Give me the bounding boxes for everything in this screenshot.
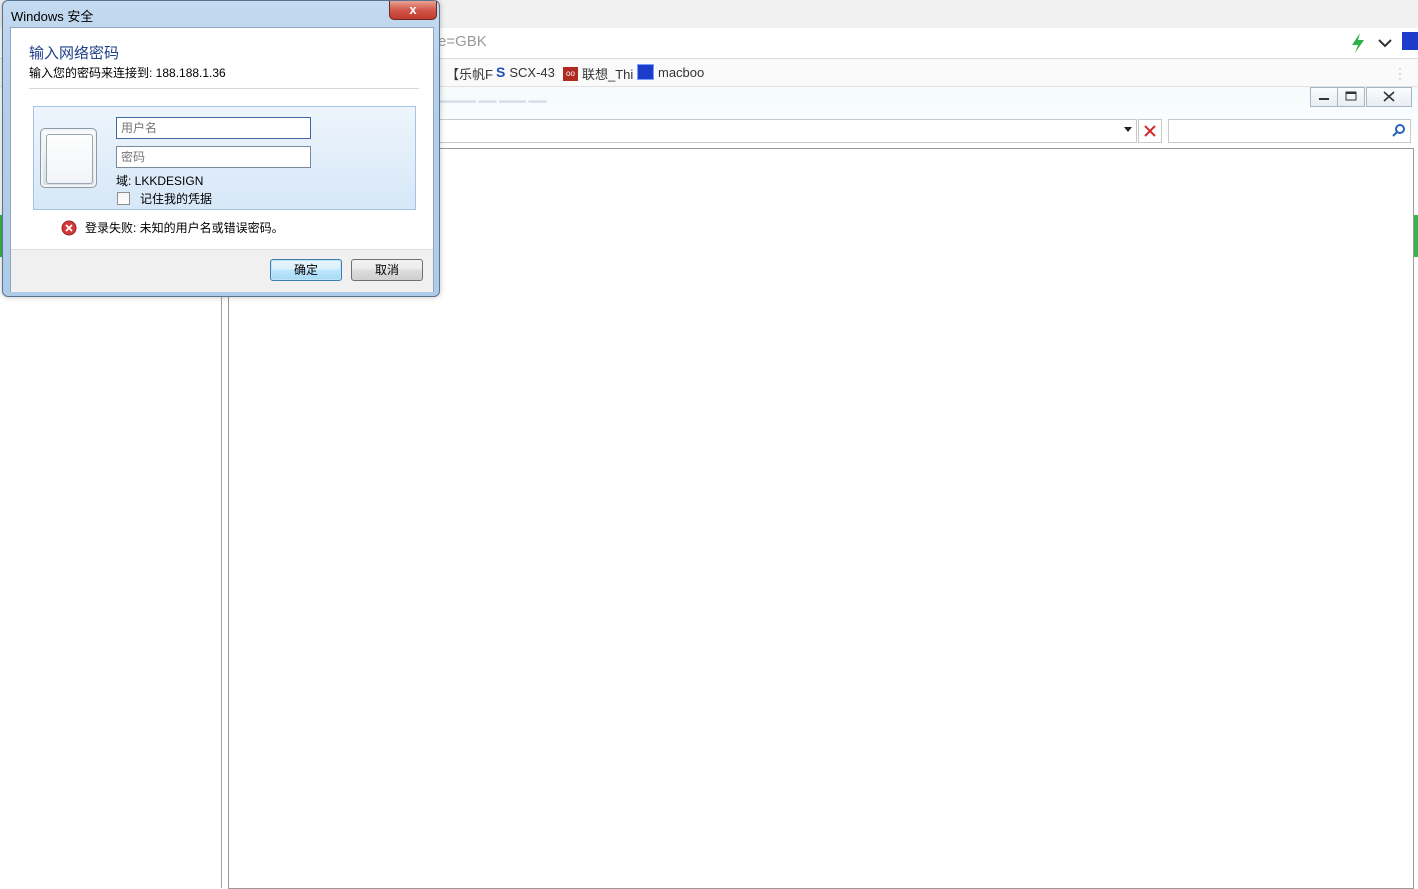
- search-icon[interactable]: [1392, 123, 1406, 137]
- remember-credentials[interactable]: 记住我的凭据: [116, 190, 212, 207]
- domain-label: 域: LKKDESIGN: [116, 174, 204, 188]
- password-field[interactable]: [116, 146, 311, 168]
- bookmark-item[interactable]: oo 联想_Thi: [563, 64, 633, 83]
- minimize-button[interactable]: [1310, 87, 1338, 107]
- username-field[interactable]: [116, 117, 311, 139]
- error-icon: [61, 220, 77, 235]
- dialog-separator: [29, 88, 419, 89]
- error-message: 登录失败: 未知的用户名或错误密码。: [61, 219, 284, 236]
- dialog-title: Windows 安全: [11, 9, 94, 24]
- close-window-button[interactable]: [1366, 87, 1412, 107]
- clear-button[interactable]: [1138, 119, 1162, 143]
- credential-tile: 域: LKKDESIGN 记住我的凭据: [33, 106, 416, 210]
- error-text: 登录失败: 未知的用户名或错误密码。: [85, 221, 284, 235]
- blurred-tab: ▬▬▬▬ ▬▬ ▬▬▬ ▬▬: [440, 95, 547, 105]
- dialog-footer: 确定 取消: [11, 249, 433, 292]
- s-logo-icon: S: [496, 64, 506, 80]
- bookmark-label: SCX-43: [509, 64, 555, 80]
- user-tile-icon: [40, 128, 97, 188]
- bookmark-label: 【乐帆F: [446, 67, 493, 82]
- baidu-paw-icon[interactable]: [1402, 32, 1418, 50]
- cancel-button[interactable]: 取消: [351, 259, 423, 281]
- close-icon: [1144, 125, 1156, 137]
- more-vertical-icon[interactable]: · · ·: [1398, 62, 1404, 84]
- lenovo-icon: oo: [563, 66, 578, 81]
- chevron-down-icon[interactable]: [1376, 34, 1394, 52]
- bookmark-item[interactable]: macboo: [637, 64, 704, 80]
- remember-checkbox[interactable]: [117, 192, 130, 205]
- inner-url-combo[interactable]: [436, 119, 1137, 143]
- bookmark-item[interactable]: S SCX-43: [496, 64, 555, 80]
- dialog-subtitle: 输入您的密码来连接到: 188.188.1.36: [29, 66, 226, 80]
- bookmark-label: 联想_Thi: [582, 67, 634, 82]
- address-text[interactable]: e=GBK: [438, 33, 487, 50]
- restore-button[interactable]: [1337, 87, 1365, 107]
- paw-icon: [637, 64, 654, 80]
- dropdown-arrow-icon[interactable]: [1124, 127, 1132, 132]
- ok-button[interactable]: 确定: [270, 259, 342, 281]
- remember-label: 记住我的凭据: [140, 192, 213, 206]
- inner-search-input[interactable]: [1168, 119, 1411, 143]
- windows-security-dialog: Windows 安全 x 输入网络密码 输入您的密码来连接到: 188.188.…: [2, 0, 440, 297]
- bookmark-label: macboo: [658, 64, 705, 80]
- bookmark-item[interactable]: 【乐帆F: [446, 64, 493, 83]
- dialog-close-button[interactable]: x: [389, 1, 437, 20]
- dialog-client-area: 输入网络密码 输入您的密码来连接到: 188.188.1.36 域: LKKDE…: [10, 27, 434, 292]
- left-pane-divider: [221, 290, 222, 888]
- dialog-heading: 输入网络密码: [29, 45, 120, 62]
- lightning-icon[interactable]: [1348, 32, 1368, 54]
